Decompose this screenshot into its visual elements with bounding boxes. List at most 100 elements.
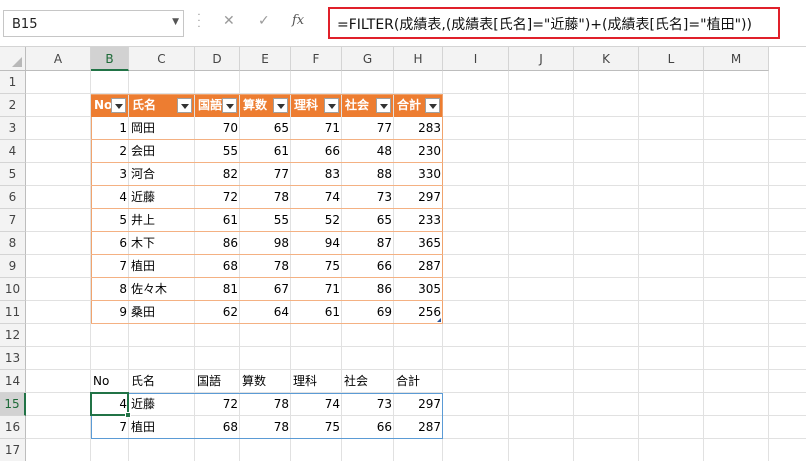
result-header-cell[interactable]: 理科 (291, 370, 342, 393)
table-cell[interactable]: 287 (394, 255, 443, 278)
result-cell[interactable]: 78 (240, 416, 291, 439)
result-cell[interactable]: 73 (342, 393, 394, 416)
column-header-m[interactable]: M (704, 47, 769, 71)
table-cell[interactable]: 365 (394, 232, 443, 255)
row-header-14[interactable]: 14 (0, 370, 26, 393)
column-header-k[interactable]: K (574, 47, 639, 71)
cancel-icon[interactable]: ✕ (223, 13, 235, 29)
table-cell[interactable]: 7 (91, 255, 129, 278)
row-header-1[interactable]: 1 (0, 71, 26, 94)
table-cell[interactable]: 70 (195, 117, 240, 140)
drag-handle-icon[interactable]: · · · (195, 11, 203, 33)
result-header-cell[interactable]: 合計 (394, 370, 443, 393)
filter-dropdown-icon[interactable] (273, 98, 288, 113)
table-cell[interactable]: 66 (342, 255, 394, 278)
table-cell[interactable]: 87 (342, 232, 394, 255)
table-cell[interactable]: 岡田 (129, 117, 195, 140)
table-cell[interactable]: 86 (195, 232, 240, 255)
table-header-cell[interactable]: No (91, 95, 128, 117)
row-header-4[interactable]: 4 (0, 140, 26, 163)
row-header-8[interactable]: 8 (0, 232, 26, 255)
row-header-9[interactable]: 9 (0, 255, 26, 278)
row-header-2[interactable]: 2 (0, 94, 26, 117)
table-cell[interactable]: 55 (240, 209, 291, 232)
row-header-5[interactable]: 5 (0, 163, 26, 186)
result-header-cell[interactable]: 国語 (195, 370, 240, 393)
table-cell[interactable]: 78 (240, 255, 291, 278)
filter-dropdown-icon[interactable] (324, 98, 339, 113)
table-cell[interactable]: 71 (291, 278, 342, 301)
table-cell[interactable]: 9 (91, 301, 129, 324)
filter-dropdown-icon[interactable] (177, 98, 192, 113)
column-header-j[interactable]: J (509, 47, 574, 71)
row-header-10[interactable]: 10 (0, 278, 26, 301)
column-header-i[interactable]: I (443, 47, 509, 71)
row-header-11[interactable]: 11 (0, 301, 26, 324)
result-header-cell[interactable]: No (91, 370, 129, 393)
table-resize-handle-icon[interactable] (437, 318, 441, 322)
table-cell[interactable]: 桑田 (129, 301, 195, 324)
table-cell[interactable]: 305 (394, 278, 443, 301)
table-cell[interactable]: 61 (291, 301, 342, 324)
result-header-cell[interactable]: 氏名 (129, 370, 195, 393)
row-header-7[interactable]: 7 (0, 209, 26, 232)
table-cell[interactable]: 77 (342, 117, 394, 140)
table-cell[interactable]: 230 (394, 140, 443, 163)
column-header-b[interactable]: B (91, 47, 129, 71)
table-cell[interactable]: 69 (342, 301, 394, 324)
table-cell[interactable]: 86 (342, 278, 394, 301)
column-header-l[interactable]: L (639, 47, 704, 71)
table-header-cell[interactable]: 社会 (342, 95, 393, 117)
formula-input[interactable]: =FILTER(成績表,(成績表[氏名]="近藤")+(成績表[氏名]="植田"… (328, 7, 780, 39)
row-header-3[interactable]: 3 (0, 117, 26, 140)
table-cell[interactable]: 64 (240, 301, 291, 324)
result-cell[interactable]: 287 (394, 416, 443, 439)
table-cell[interactable]: 233 (394, 209, 443, 232)
table-cell[interactable]: 木下 (129, 232, 195, 255)
table-cell[interactable]: 88 (342, 163, 394, 186)
table-cell[interactable]: 61 (195, 209, 240, 232)
table-cell[interactable]: 74 (291, 186, 342, 209)
table-cell[interactable]: 94 (291, 232, 342, 255)
table-cell[interactable]: 98 (240, 232, 291, 255)
table-cell[interactable]: 井上 (129, 209, 195, 232)
name-box[interactable]: B15 ▼ (3, 10, 184, 37)
table-cell[interactable]: 65 (342, 209, 394, 232)
row-header-6[interactable]: 6 (0, 186, 26, 209)
column-header-e[interactable]: E (240, 47, 291, 71)
table-cell[interactable]: 256 (394, 301, 443, 324)
result-cell[interactable]: 68 (195, 416, 240, 439)
enter-icon[interactable]: ✓ (258, 13, 270, 29)
table-cell[interactable]: 河合 (129, 163, 195, 186)
table-cell[interactable]: 61 (240, 140, 291, 163)
filter-dropdown-icon[interactable] (111, 98, 126, 113)
row-header-17[interactable]: 17 (0, 439, 26, 461)
table-cell[interactable]: 4 (91, 186, 129, 209)
table-cell[interactable]: 植田 (129, 255, 195, 278)
result-header-cell[interactable]: 社会 (342, 370, 394, 393)
table-cell[interactable]: 297 (394, 186, 443, 209)
table-cell[interactable]: 283 (394, 117, 443, 140)
table-cell[interactable]: 66 (291, 140, 342, 163)
table-cell[interactable]: 330 (394, 163, 443, 186)
result-cell[interactable]: 7 (91, 416, 129, 439)
table-cell[interactable]: 78 (240, 186, 291, 209)
row-header-16[interactable]: 16 (0, 416, 26, 439)
table-cell[interactable]: 1 (91, 117, 129, 140)
table-cell[interactable]: 佐々木 (129, 278, 195, 301)
filter-dropdown-icon[interactable] (222, 98, 237, 113)
table-cell[interactable]: 65 (240, 117, 291, 140)
result-cell[interactable]: 74 (291, 393, 342, 416)
table-cell[interactable]: 75 (291, 255, 342, 278)
filter-dropdown-icon[interactable] (425, 98, 440, 113)
table-cell[interactable]: 6 (91, 232, 129, 255)
column-header-a[interactable]: A (26, 47, 91, 71)
table-cell[interactable]: 73 (342, 186, 394, 209)
table-cell[interactable]: 52 (291, 209, 342, 232)
table-cell[interactable]: 62 (195, 301, 240, 324)
result-cell[interactable]: 72 (195, 393, 240, 416)
row-header-13[interactable]: 13 (0, 347, 26, 370)
table-cell[interactable]: 近藤 (129, 186, 195, 209)
fill-handle[interactable] (125, 412, 131, 418)
column-header-c[interactable]: C (129, 47, 195, 71)
